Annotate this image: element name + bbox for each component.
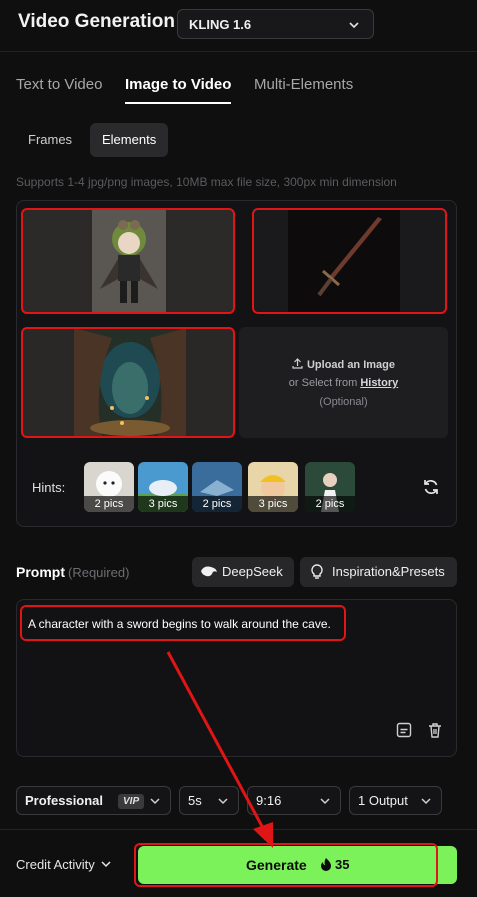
model-select[interactable]: KLING 1.6 (177, 9, 374, 39)
mode-select[interactable]: Professional VIP (16, 786, 171, 815)
output-count-select[interactable]: 1 Output (349, 786, 442, 815)
hint-count: 3 pics (248, 496, 298, 512)
history-link[interactable]: History (360, 377, 398, 389)
deepseek-label: DeepSeek (222, 564, 283, 579)
save-icon[interactable] (395, 721, 413, 739)
generate-label: Generate (246, 857, 307, 873)
annotation-highlight-sword (252, 208, 447, 314)
hint-count: 2 pics (192, 496, 242, 512)
inspiration-presets-button[interactable]: Inspiration&Presets (300, 557, 457, 587)
hint-count: 2 pics (84, 496, 134, 512)
flame-icon (321, 858, 331, 871)
subtab-frames[interactable]: Frames (16, 123, 84, 157)
deepseek-button[interactable]: DeepSeek (192, 557, 294, 587)
header: Video Generation KLING 1.6 (0, 0, 477, 52)
deepseek-icon (201, 566, 217, 577)
chevron-down-icon (150, 798, 160, 805)
duration-select-value: 5s (188, 793, 202, 808)
chevron-down-icon[interactable] (100, 858, 112, 870)
select-from-history: or Select from History (239, 377, 448, 389)
hint-chip-worker[interactable]: 3 pics (248, 462, 298, 512)
vip-badge: VIP (118, 794, 145, 809)
model-select-value: KLING 1.6 (189, 17, 252, 32)
aspect-ratio-select-value: 9:16 (256, 793, 282, 808)
prompt-text: A character with a sword begins to walk … (28, 617, 331, 631)
tab-image-to-video[interactable]: Image to Video (125, 76, 231, 93)
tab-text-to-video[interactable]: Text to Video (16, 76, 102, 93)
hint-chip-dragon[interactable]: 2 pics (192, 462, 242, 512)
page-title: Video Generation (18, 11, 175, 32)
aspect-ratio-select[interactable]: 9:16 (247, 786, 341, 815)
prompt-label: Prompt (16, 564, 65, 580)
upload-image-slot[interactable]: Upload an Image or Select from History (… (239, 327, 448, 438)
upload-image-text: Upload an Image (306, 359, 396, 371)
upload-icon (292, 358, 303, 369)
hints-label: Hints: (32, 480, 66, 495)
or-select-text: or Select from (288, 377, 358, 389)
credit-activity-link[interactable]: Credit Activity (16, 857, 95, 872)
trash-icon[interactable] (426, 721, 444, 739)
chevron-down-icon (421, 798, 431, 805)
mode-tabs: Text to Video Image to Video Multi-Eleme… (0, 72, 477, 106)
chevron-down-icon (320, 798, 330, 805)
chevron-down-icon (218, 798, 228, 805)
generate-cost: 35 (335, 857, 350, 872)
refresh-icon[interactable] (422, 478, 440, 496)
hint-chip-woman[interactable]: 2 pics (305, 462, 355, 512)
inspiration-presets-label: Inspiration&Presets (332, 564, 445, 579)
upload-image-label: Upload an Image (239, 358, 448, 371)
hint-chip-unicorn[interactable]: 3 pics (138, 462, 188, 512)
output-count-select-value: 1 Output (358, 793, 408, 808)
hint-chip-dog[interactable]: 2 pics (84, 462, 134, 512)
active-tab-indicator (125, 102, 231, 104)
lightbulb-icon (311, 564, 323, 579)
mode-select-value: Professional (25, 793, 104, 808)
duration-select[interactable]: 5s (179, 786, 239, 815)
annotation-highlight-cave (21, 327, 235, 438)
subtab-elements[interactable]: Elements (90, 123, 169, 157)
hint-count: 2 pics (305, 496, 355, 512)
upload-hint: Supports 1-4 jpg/png images, 10MB max fi… (16, 175, 397, 189)
prompt-required-note: (Required) (68, 565, 130, 580)
chevron-down-icon (349, 22, 359, 29)
optional-note: (Optional) (319, 396, 368, 408)
tab-multi-elements[interactable]: Multi-Elements (254, 76, 353, 93)
annotation-highlight-character (21, 208, 235, 314)
hint-count: 3 pics (138, 496, 188, 512)
